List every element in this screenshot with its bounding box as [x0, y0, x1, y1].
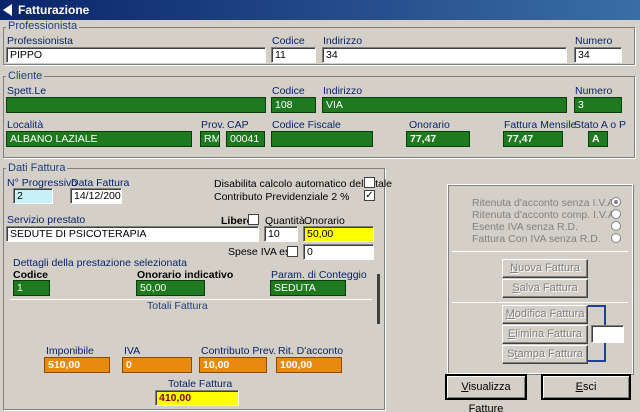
cli-onorario-field[interactable]: 77,47 [406, 131, 470, 147]
esci-button[interactable]: Esci [541, 374, 631, 400]
imponibile-field: 510,00 [44, 357, 110, 373]
dati-fattura-group: Dati Fattura N° Progressivo 2 Data Fattu… [0, 162, 392, 412]
professionista-field[interactable]: PIPPO [6, 47, 266, 63]
totale-field: 410,00 [155, 390, 239, 406]
contributo-label: Contributo Previdenziale 2 % [214, 191, 350, 203]
cli-onorario-label: Onorario [409, 119, 450, 131]
dett-codice-field[interactable]: 1 [13, 280, 50, 296]
imponibile-label: Imponibile [46, 345, 94, 357]
servizio-field[interactable]: SEDUTE DI PSICOTERAPIA [6, 226, 259, 242]
fattura-mensile-field[interactable]: 77,47 [503, 131, 563, 147]
prof-indirizzo-label: Indirizzo [323, 35, 363, 47]
cap-label: CAP [227, 119, 249, 131]
cli-codice-field[interactable]: 108 [271, 97, 316, 113]
cli-indirizzo-field[interactable]: VIA [322, 97, 567, 113]
modifica-fattura-button[interactable]: Modifica Fattura [502, 305, 588, 324]
opzione-label-2: Esente IVA senza R.D. [472, 221, 579, 233]
contrib-prev-field: 10,00 [199, 357, 267, 373]
prof-numero-field[interactable]: 34 [574, 47, 622, 63]
cli-numero-label: Numero [575, 85, 613, 97]
cf-field[interactable] [271, 131, 373, 147]
prov-field[interactable]: RM [200, 131, 220, 147]
cf-label: Codice Fiscale [272, 119, 341, 131]
data-fattura-field[interactable]: 14/12/2005 [70, 188, 122, 204]
vertical-divider [377, 274, 380, 324]
panel-separator-2 [452, 302, 628, 303]
contributo-checkbox[interactable]: ✓ [364, 190, 375, 201]
ritenuta-field: 100,00 [276, 357, 342, 373]
onorario-field[interactable]: 50,00 [303, 226, 374, 242]
spese-checkbox[interactable] [287, 246, 298, 257]
ritenuta-label: Rit. D'acconto [278, 345, 344, 357]
prov-label: Prov. [201, 119, 225, 131]
iva-field: 0 [122, 357, 192, 373]
stampa-fattura-button[interactable]: Stampa Fattura [502, 345, 588, 364]
window-title: Fatturazione [18, 3, 90, 17]
prof-numero-label: Numero [575, 35, 613, 47]
totale-label: Totale Fattura [168, 378, 233, 390]
dati-fattura-legend: Dati Fattura [6, 162, 68, 174]
localita-field[interactable]: ALBANO LAZIALE [6, 131, 192, 147]
back-arrow-icon[interactable] [3, 4, 12, 16]
onorario-ind-field[interactable]: 50,00 [136, 280, 205, 296]
prof-codice-field[interactable]: 11 [271, 47, 316, 63]
totali-title: Totali Fattura [147, 300, 208, 312]
opzione-radio-1[interactable] [611, 209, 621, 219]
prof-indirizzo-field[interactable]: 34 [322, 47, 567, 63]
prof-codice-label: Codice [272, 35, 305, 47]
stato-field[interactable]: A [588, 131, 608, 147]
nuova-fattura-button[interactable]: Nuova Fattura [502, 259, 588, 278]
fattura-number-field[interactable] [591, 325, 624, 343]
professionista-group: Professionista Professionista PIPPO Codi… [0, 20, 640, 66]
opzione-radio-2[interactable] [611, 221, 621, 231]
cli-codice-label: Codice [272, 85, 305, 97]
opzione-label-3: Fattura Con IVA senza R.D. [472, 233, 601, 245]
title-bar: Fatturazione [0, 0, 640, 20]
contrib-prev-label: Contributo Prev. [201, 345, 277, 357]
spese-field[interactable]: 0 [303, 244, 374, 260]
panel-separator [452, 251, 628, 252]
disabilita-checkbox[interactable] [364, 177, 375, 188]
opzione-radio-0[interactable] [611, 197, 621, 207]
libero-checkbox[interactable] [248, 214, 259, 225]
quantita-field[interactable]: 10 [264, 226, 298, 242]
dettagli-title: Dettagli della prestazione selezionata [13, 257, 187, 269]
cli-numero-field[interactable]: 3 [574, 97, 622, 113]
professionista-legend: Professionista [6, 20, 80, 32]
professionista-label: Professionista [7, 35, 73, 47]
fattura-mensile-label: Fattura Mensile [504, 119, 577, 131]
cli-indirizzo-label: Indirizzo [323, 85, 363, 97]
progressivo-field[interactable]: 2 [13, 188, 53, 204]
opzione-radio-3[interactable] [611, 233, 621, 243]
param-field[interactable]: SEDUTA [270, 280, 346, 296]
iva-label: IVA [124, 345, 141, 357]
stato-label: Stato A o P [574, 119, 626, 131]
opzione-label-0: Ritenuta d'acconto senza I.V.A. [472, 197, 618, 209]
spett-label: Spett.Le [7, 85, 47, 97]
spett-field[interactable] [6, 97, 266, 113]
localita-label: Località [7, 119, 44, 131]
cap-field[interactable]: 00041 [226, 131, 265, 147]
cliente-group: Cliente Spett.Le Codice 108 Indirizzo VI… [0, 68, 640, 160]
cliente-legend: Cliente [6, 70, 45, 82]
visualizza-fatture-button[interactable]: Visualizza Fatture [445, 374, 527, 412]
salva-fattura-button[interactable]: Salva Fattura [502, 279, 588, 298]
elimina-fattura-button[interactable]: Elimina Fattura [502, 325, 588, 344]
spese-label: Spese IVA es. [228, 246, 294, 258]
servizio-label: Servizio prestato [7, 214, 86, 226]
opzione-label-1: Ritenuta d'acconto comp. I.V.A. [472, 209, 618, 221]
